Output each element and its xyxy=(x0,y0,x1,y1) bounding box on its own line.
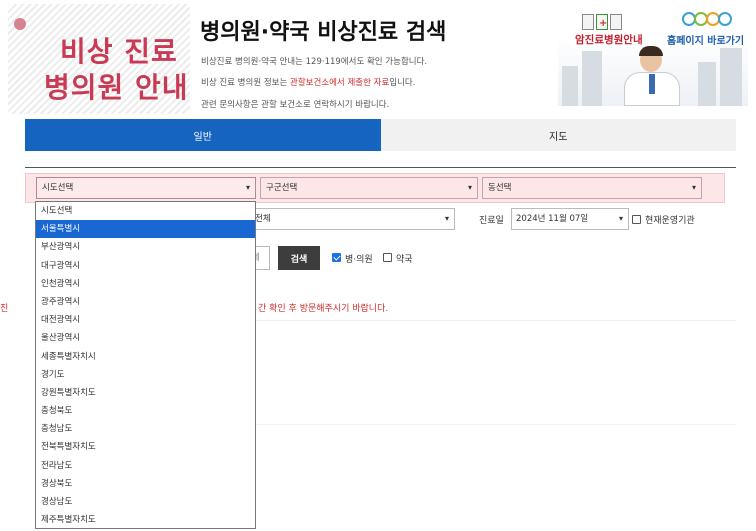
institution-type-value: 전체 xyxy=(255,214,271,224)
notice-text: 간 확인 후 방문해주시기 바랍니다. xyxy=(258,304,389,314)
hospital-checkbox-label: 병·의원 xyxy=(345,255,373,265)
doctor-illustration xyxy=(618,46,688,106)
chevron-down-icon: ▾ xyxy=(245,183,250,192)
current-open-label: 현재운영기관 xyxy=(645,216,695,226)
header-info-line3: 관련 문의사항은 관할 보건소로 연락하시기 바랍니다. xyxy=(201,100,390,110)
notice-text-start: 진 xyxy=(0,304,9,314)
dropdown-option[interactable]: 경상북도 xyxy=(36,475,255,493)
tab-map[interactable]: 지도 xyxy=(380,119,736,151)
dong-select[interactable]: 동선택 ▾ xyxy=(482,177,702,199)
dropdown-option[interactable]: 전북특별자치도 xyxy=(36,438,255,456)
pharmacy-checkbox-label: 약국 xyxy=(396,255,413,265)
dropdown-option[interactable]: 제주특별자치도 xyxy=(36,511,255,528)
date-label: 진료일 xyxy=(479,216,504,226)
header-info-line2: 비상 진료 병의원 정보는 관할보건소에서 제출한 자료입니다. xyxy=(201,76,415,88)
homepage-logo-icon xyxy=(680,8,738,30)
institution-type-select[interactable]: 전체 ▾ xyxy=(250,208,455,230)
sido-select-value: 시도선택 xyxy=(42,183,74,193)
dropdown-option[interactable]: 전라남도 xyxy=(36,457,255,475)
result-divider-2 xyxy=(256,424,736,425)
dong-select-value: 동선택 xyxy=(488,183,512,193)
view-tabs: 일반 지도 xyxy=(25,119,736,151)
dropdown-option[interactable]: 충청북도 xyxy=(36,402,255,420)
pharmacy-checkbox[interactable] xyxy=(383,253,392,262)
homepage-link[interactable]: 홈페이지 바로가기 xyxy=(666,32,746,47)
header-info-line1: 비상진료 병의원·약국 안내는 129·119에서도 확인 가능합니다. xyxy=(201,57,428,67)
dropdown-option[interactable]: 대구광역시 xyxy=(36,257,255,275)
chevron-down-icon: ▾ xyxy=(618,214,623,223)
current-open-checkbox[interactable] xyxy=(632,215,641,224)
dropdown-option[interactable]: 충청남도 xyxy=(36,420,255,438)
header-info-highlight: 관할보건소에서 제출한 자료 xyxy=(290,78,390,88)
clinic-icon: + xyxy=(582,10,622,32)
header-info-line2-post: 입니다. xyxy=(389,78,416,88)
site-logo[interactable]: 비상 진료 병의원 안내 xyxy=(8,4,190,114)
dropdown-option[interactable]: 대전광역시 xyxy=(36,311,255,329)
logo-dot xyxy=(14,18,26,30)
search-button[interactable]: 검색 xyxy=(278,246,320,270)
chevron-down-icon: ▾ xyxy=(467,183,472,192)
gugun-select-value: 구군선택 xyxy=(266,183,298,193)
gugun-select[interactable]: 구군선택 ▾ xyxy=(260,177,478,199)
dropdown-option[interactable]: 부산광역시 xyxy=(36,238,255,256)
date-select[interactable]: 2024년 11월 07일 ▾ xyxy=(511,208,629,230)
dropdown-option[interactable]: 경상남도 xyxy=(36,493,255,511)
page-title: 병의원·약국 비상진료 검색 xyxy=(200,20,447,45)
banner: + 암진료병원안내 홈페이지 바로가기 xyxy=(558,8,748,106)
dropdown-option[interactable]: 광주광역시 xyxy=(36,293,255,311)
date-select-value: 2024년 11월 07일 xyxy=(516,214,589,224)
dropdown-option[interactable]: 인천광역시 xyxy=(36,275,255,293)
result-divider xyxy=(256,320,736,321)
dropdown-option[interactable]: 서울특별시 xyxy=(36,220,255,239)
section-divider xyxy=(25,167,736,168)
region-filter-row: 시도선택 ▾ 구군선택 ▾ 동선택 ▾ xyxy=(25,173,725,203)
chevron-down-icon: ▾ xyxy=(444,214,449,223)
dropdown-option[interactable]: 세종특별자치시 xyxy=(36,348,255,366)
cancer-hospital-link[interactable]: 암진료병원안내 xyxy=(574,32,644,47)
dropdown-option[interactable]: 울산광역시 xyxy=(36,329,255,347)
sido-dropdown-list[interactable]: 시도선택 서울특별시 부산광역시 대구광역시 인천광역시 광주광역시 대전광역시 울산광역시 세… xyxy=(35,201,256,529)
hospital-checkbox[interactable] xyxy=(332,253,341,262)
logo-text-line1: 비상 진료 xyxy=(60,35,178,68)
tab-general[interactable]: 일반 xyxy=(25,119,381,151)
sido-select[interactable]: 시도선택 ▾ xyxy=(36,177,256,199)
header-info-line2-pre: 비상 진료 병의원 정보는 xyxy=(201,78,291,88)
dropdown-option[interactable]: 강원특별자치도 xyxy=(36,384,255,402)
dropdown-option[interactable]: 경기도 xyxy=(36,366,255,384)
chevron-down-icon: ▾ xyxy=(691,183,696,192)
dropdown-option[interactable]: 시도선택 xyxy=(36,202,255,220)
logo-text-line2: 병의원 안내 xyxy=(44,71,189,104)
